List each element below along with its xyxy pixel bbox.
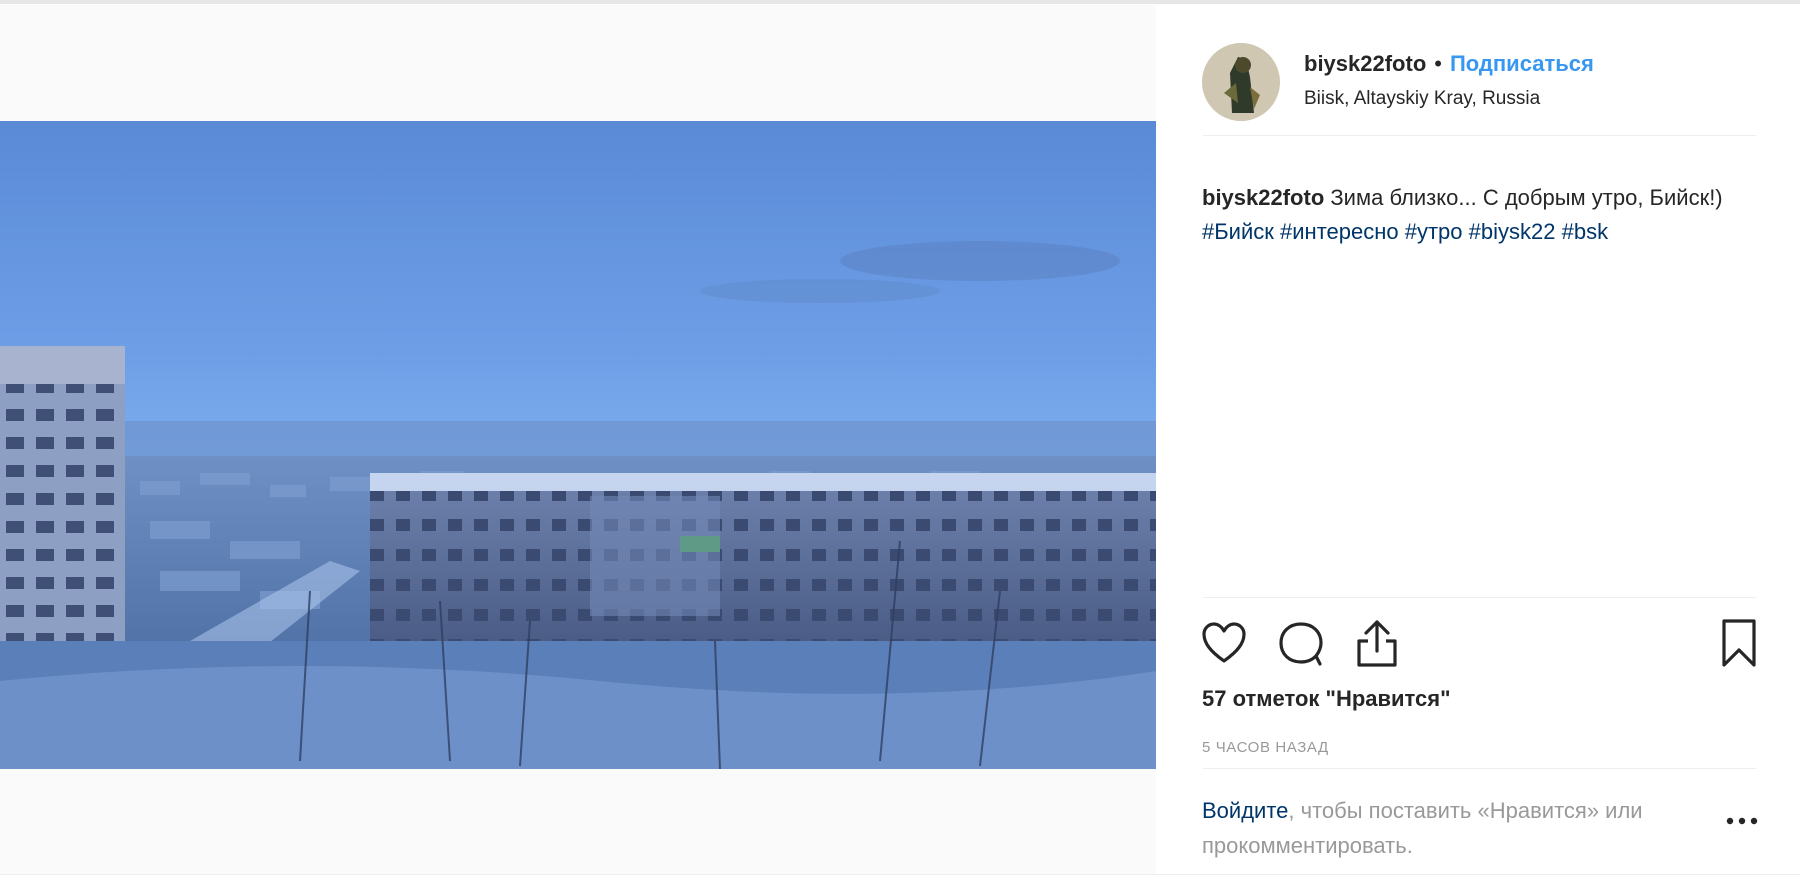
bottom-border bbox=[0, 874, 1800, 875]
hashtag[interactable]: #Бийск bbox=[1202, 219, 1274, 244]
follow-button[interactable]: Подписаться bbox=[1450, 51, 1594, 77]
location-link[interactable]: Biisk, Altayskiy Kray, Russia bbox=[1304, 88, 1540, 110]
post-author: biysk22foto • Подписаться bbox=[1304, 51, 1594, 77]
footer-divider bbox=[1203, 768, 1756, 769]
post-timestamp[interactable]: 5 часов назад bbox=[1202, 739, 1329, 756]
username-link[interactable]: biysk22foto bbox=[1304, 51, 1426, 77]
share-icon[interactable] bbox=[1354, 617, 1400, 669]
heart-icon[interactable] bbox=[1200, 619, 1248, 667]
hashtag[interactable]: #утро bbox=[1405, 219, 1463, 244]
hashtag[interactable]: #biysk22 bbox=[1469, 219, 1556, 244]
likes-count[interactable]: 57 отметок "Нравится" bbox=[1202, 686, 1451, 712]
header-divider bbox=[1203, 135, 1756, 136]
hashtag[interactable]: #bsk bbox=[1562, 219, 1608, 244]
post-caption: biysk22foto Зима близко... С добрым утро… bbox=[1202, 181, 1762, 249]
login-link[interactable]: Войдите bbox=[1202, 798, 1288, 823]
more-options-icon[interactable] bbox=[1722, 811, 1762, 831]
bookmark-icon[interactable] bbox=[1718, 617, 1760, 669]
top-border bbox=[0, 0, 1800, 4]
hashtag[interactable]: #интересно bbox=[1280, 219, 1399, 244]
avatar[interactable] bbox=[1202, 43, 1280, 121]
separator-dot: • bbox=[1434, 51, 1442, 76]
login-prompt: Войдите, чтобы поставить «Нравится» или … bbox=[1202, 793, 1722, 863]
caption-username[interactable]: biysk22foto bbox=[1202, 185, 1324, 210]
post-photo[interactable] bbox=[0, 121, 1156, 769]
actions-divider bbox=[1203, 597, 1756, 598]
media-pane bbox=[0, 5, 1156, 874]
post-side-panel: biysk22foto • Подписаться Biisk, Altaysk… bbox=[1156, 5, 1800, 874]
caption-text: Зима близко... С добрым утро, Бийск!) bbox=[1330, 185, 1723, 210]
speech-bubble-icon[interactable] bbox=[1276, 619, 1326, 667]
